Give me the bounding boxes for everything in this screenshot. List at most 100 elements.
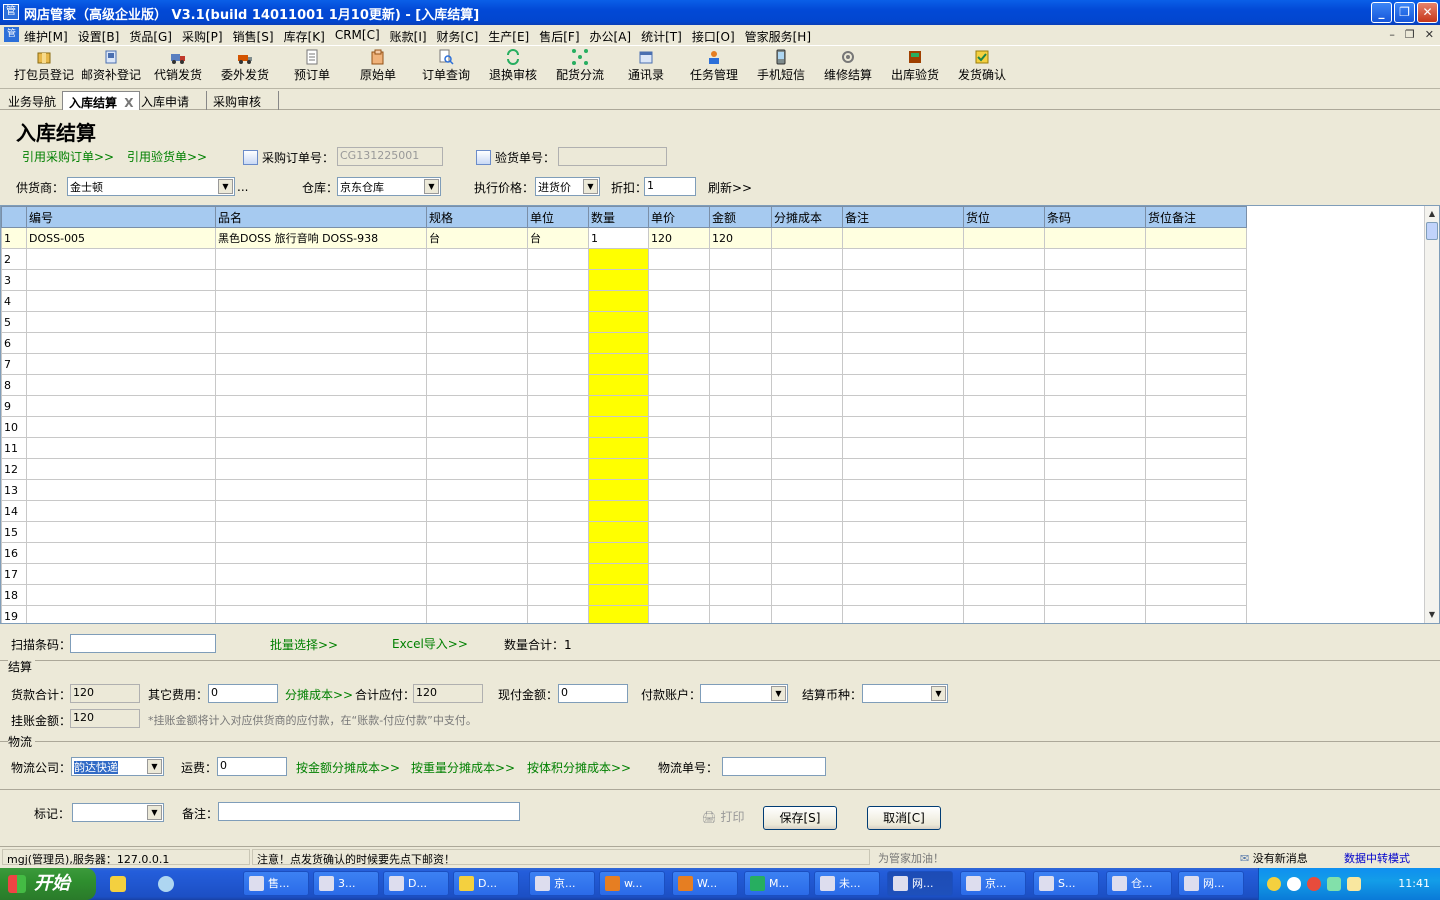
grid-cell[interactable] — [26, 248, 216, 270]
grid-cell[interactable] — [426, 584, 528, 606]
grid-cell[interactable] — [648, 290, 710, 312]
grid-cell[interactable] — [1145, 311, 1247, 333]
grid-cell[interactable] — [1145, 437, 1247, 459]
scroll-up-icon[interactable]: ▲ — [1425, 207, 1439, 221]
grid-cell[interactable] — [527, 542, 589, 564]
grid-cell[interactable] — [1145, 542, 1247, 564]
menu-maintenance[interactable]: 维护[M] — [24, 28, 68, 45]
grid-cell[interactable] — [771, 521, 843, 543]
grid-cell[interactable] — [527, 521, 589, 543]
grid-cell[interactable] — [1145, 521, 1247, 543]
grid-cell[interactable] — [1044, 374, 1146, 396]
grid-cell[interactable] — [648, 500, 710, 522]
grid-cell[interactable] — [771, 311, 843, 333]
menu-production[interactable]: 生产[E] — [488, 28, 529, 45]
chevron-down-icon[interactable]: ▼ — [218, 179, 233, 194]
tray-security-icon[interactable] — [1327, 877, 1341, 891]
freight-input[interactable]: 0 — [217, 757, 287, 776]
tray-volume-icon[interactable] — [1347, 877, 1361, 891]
grid-cell[interactable] — [771, 248, 843, 270]
grid-cell[interactable] — [963, 479, 1045, 501]
grid-cell[interactable] — [963, 374, 1045, 396]
chevron-down-icon[interactable]: ▼ — [931, 686, 946, 701]
table-row[interactable]: 11 — [1, 437, 1247, 459]
grid-cell[interactable] — [709, 458, 772, 480]
grid-cell[interactable] — [527, 437, 589, 459]
clock[interactable]: 11:41 — [1398, 877, 1430, 890]
grid-cell[interactable] — [26, 332, 216, 354]
scan-barcode-input[interactable] — [70, 634, 216, 653]
mdi-restore-button[interactable]: ❐ — [1405, 28, 1415, 41]
grid-cell[interactable] — [1044, 332, 1146, 354]
grid-cell[interactable] — [648, 374, 710, 396]
grid-cell[interactable] — [1044, 605, 1146, 623]
grid-cell[interactable] — [426, 605, 528, 623]
grid-cell[interactable] — [648, 311, 710, 333]
grid-cell[interactable] — [1145, 416, 1247, 438]
grid-cell[interactable] — [648, 395, 710, 417]
grid-cell[interactable] — [648, 437, 710, 459]
grid-cell[interactable] — [426, 374, 528, 396]
grid-cell[interactable] — [527, 374, 589, 396]
toolbar-return-review-button[interactable]: 退换审核 — [487, 49, 539, 87]
grid-cell[interactable] — [527, 290, 589, 312]
grid-cell[interactable] — [771, 353, 843, 375]
taskbar-item[interactable]: w... — [599, 871, 665, 896]
grid-cell[interactable] — [215, 416, 427, 438]
toolbar-outsource-ship-button[interactable]: 委外发货 — [219, 49, 271, 87]
grid-cell[interactable] — [215, 395, 427, 417]
grid-cell[interactable] — [26, 563, 216, 585]
cell-location-remark[interactable] — [1145, 227, 1247, 249]
table-row[interactable]: 4 — [1, 290, 1247, 312]
table-row[interactable]: 17 — [1, 563, 1247, 585]
grid-cell[interactable] — [842, 395, 964, 417]
grid-cell[interactable] — [588, 479, 649, 501]
grid-cell[interactable] — [527, 332, 589, 354]
toolbar-consign-ship-button[interactable]: 代销发货 — [152, 49, 204, 87]
status-mode[interactable]: 数据中转模式 — [1340, 849, 1438, 865]
grid-cell[interactable] — [842, 311, 964, 333]
cell-qty[interactable]: 1 — [588, 227, 649, 249]
grid-cell[interactable] — [426, 395, 528, 417]
toolbar-repair-settle-button[interactable]: 维修结算 — [822, 49, 874, 87]
close-tab-icon[interactable]: X — [124, 96, 133, 110]
grid-cell[interactable] — [215, 500, 427, 522]
toolbar-postage-register-button[interactable]: 邮资补登记 — [79, 49, 143, 87]
col-header-location-remark[interactable]: 货位备注 — [1145, 206, 1247, 228]
grid-cell[interactable] — [709, 374, 772, 396]
cell-unit[interactable]: 台 — [527, 227, 589, 249]
cell-amount[interactable]: 120 — [709, 227, 772, 249]
tray-network-icon[interactable] — [1287, 877, 1301, 891]
grid-cell[interactable] — [842, 437, 964, 459]
menu-goods[interactable]: 货品[G] — [129, 28, 172, 45]
grid-cell[interactable] — [648, 269, 710, 291]
grid-cell[interactable] — [1044, 542, 1146, 564]
payment-account-select[interactable]: ▼ — [700, 684, 788, 703]
minimize-button[interactable]: _ — [1371, 2, 1392, 23]
grid-cell[interactable] — [426, 248, 528, 270]
taskbar-item[interactable]: M... — [744, 871, 810, 896]
chevron-down-icon[interactable]: ▼ — [147, 805, 162, 820]
grid-cell[interactable] — [1145, 248, 1247, 270]
grid-cell[interactable] — [1044, 521, 1146, 543]
table-row[interactable]: 10 — [1, 416, 1247, 438]
grid-cell[interactable] — [527, 416, 589, 438]
grid-cell[interactable] — [1044, 290, 1146, 312]
grid-cell[interactable] — [1044, 353, 1146, 375]
logistics-company-select[interactable]: 韵达快递 ▼ — [71, 757, 164, 776]
cell-code[interactable]: DOSS-005 — [26, 227, 216, 249]
grid-cell[interactable] — [588, 563, 649, 585]
grid-cell[interactable] — [527, 395, 589, 417]
grid-cell[interactable] — [963, 290, 1045, 312]
taskbar-item[interactable]: 售... — [243, 871, 309, 896]
grid-cell[interactable] — [842, 605, 964, 623]
grid-cell[interactable] — [842, 542, 964, 564]
grid-cell[interactable] — [1044, 437, 1146, 459]
grid-cell[interactable] — [842, 353, 964, 375]
grid-cell[interactable] — [842, 374, 964, 396]
print-button[interactable]: 🖨 打印 — [698, 806, 748, 830]
grid-cell[interactable] — [1044, 395, 1146, 417]
grid-cell[interactable] — [709, 269, 772, 291]
grid-cell[interactable] — [26, 311, 216, 333]
cell-name[interactable]: 黑色DOSS 旅行音响 DOSS-938 — [215, 227, 427, 249]
